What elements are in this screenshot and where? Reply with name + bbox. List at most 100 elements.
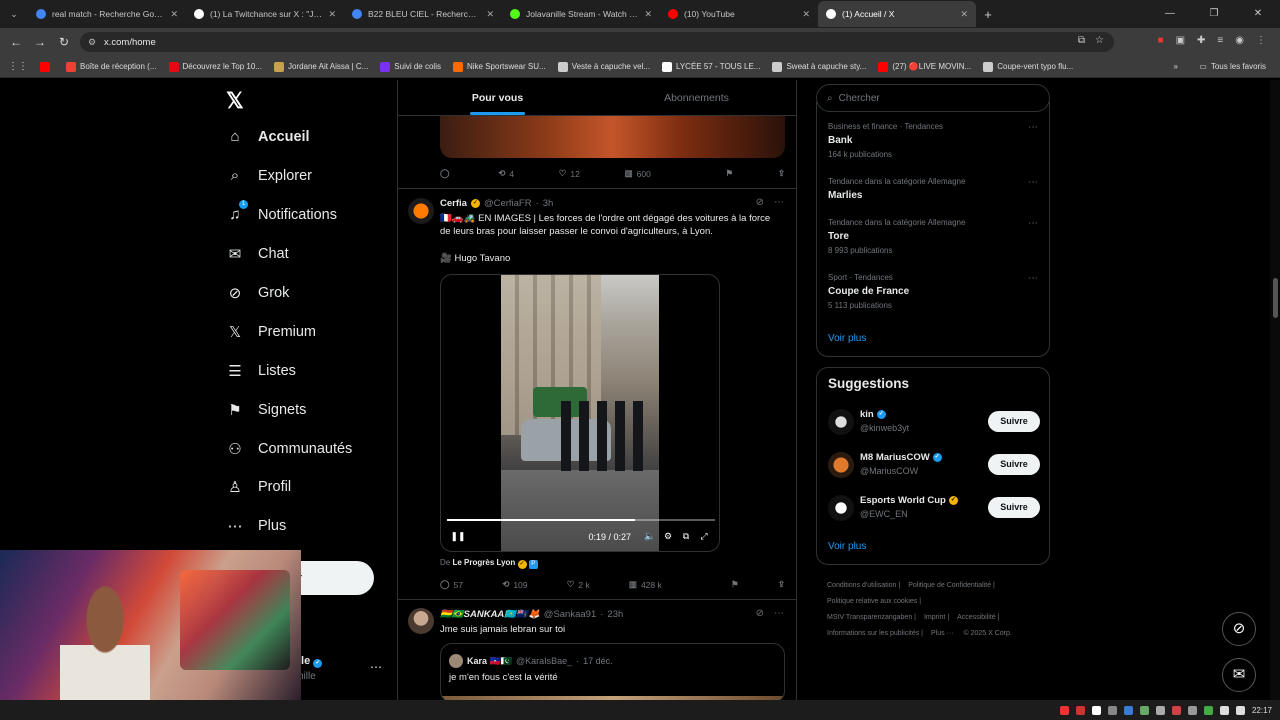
restore-icon[interactable]: ❐ <box>1192 0 1236 28</box>
forward-icon[interactable]: → <box>28 35 52 49</box>
scrollbar-thumb[interactable] <box>1273 278 1278 318</box>
all-bookmarks-folder[interactable]: ▭ Tous les favoris <box>1193 62 1272 71</box>
more-icon[interactable]: ⋯ <box>774 608 784 619</box>
bookmark-item[interactable]: Nike Sportswear SU... <box>447 61 552 72</box>
tray-icon[interactable] <box>1187 705 1197 715</box>
tray-icon[interactable] <box>1107 705 1117 715</box>
bookmark-button[interactable]: ⚑ <box>701 579 739 590</box>
bookmark-item[interactable]: Veste à capuche vel... <box>552 61 656 72</box>
suggestion-item[interactable]: Esports World Cup ✓ @EWC_EN Suivre <box>828 495 1040 525</box>
browser-tab[interactable]: (10) YouTube ✕ <box>660 1 818 27</box>
tweet-author-name[interactable]: Cerfia <box>440 198 467 209</box>
tweet-author-handle[interactable]: @CerfiaFR <box>484 198 532 209</box>
browser-tab[interactable]: (1) La Twitchance sur X : "JOLAVANILLE ✕ <box>186 1 344 27</box>
bookmark-item[interactable]: Sweat à capuche sty... <box>766 61 872 72</box>
tray-icon[interactable] <box>1075 705 1085 715</box>
footer-link[interactable]: Imprint | <box>924 614 949 621</box>
tab-following[interactable]: Abonnements <box>597 80 796 115</box>
browser-tab[interactable]: (1) Accueil / X ✕ <box>818 1 976 27</box>
suggestion-item[interactable]: M8 MariusCOW ✓ @MariusCOW Suivre <box>828 452 1040 482</box>
taskbar-clock[interactable]: 22:17 <box>1252 706 1272 715</box>
browser-tab[interactable]: real match - Recherche Google ✕ <box>28 1 186 27</box>
video-progress-bar[interactable] <box>447 519 715 521</box>
media-icon[interactable]: ≡ <box>1217 35 1223 46</box>
nav-item-signets[interactable]: ⚑ Signets <box>226 401 306 419</box>
tray-icon[interactable] <box>1059 705 1069 715</box>
account-name[interactable]: lle ✓ <box>298 655 323 668</box>
pause-icon[interactable]: ❚❚ <box>449 531 467 542</box>
quoted-tweet[interactable]: Kara 🇭🇹🇵🇰 @KaraIsBae_ · 17 déc. je m'en … <box>440 643 785 700</box>
tweet-author-name[interactable]: 🇧🇴🇧🇷SANKAA🇰🇿🇬🇸🦊 <box>440 609 540 620</box>
reply-button[interactable]: ◯ 57 <box>440 579 463 590</box>
bookmark-item[interactable]: Coupe-vent typo flu... <box>977 61 1079 72</box>
new-tab-button[interactable]: + <box>976 7 1000 22</box>
more-icon[interactable]: ⋯ <box>1028 177 1038 188</box>
more-bookmarks-icon[interactable]: » <box>1168 62 1184 71</box>
tray-icon[interactable] <box>1139 705 1149 715</box>
close-tab-icon[interactable]: ✕ <box>170 9 178 20</box>
star-icon[interactable]: ☆ <box>1095 35 1104 46</box>
nav-item-accueil[interactable]: ⌂ Accueil <box>226 128 309 145</box>
settings-icon[interactable]: ⚙ <box>659 531 677 542</box>
views-button[interactable]: ▥ 428 k <box>629 579 662 590</box>
tab-search-icon[interactable]: ⌄ <box>0 9 28 20</box>
bookmark-item[interactable]: Boîte de réception (... <box>60 61 163 72</box>
install-app-icon[interactable]: ⧉ <box>1078 35 1085 46</box>
bookmark-item[interactable]: Suivi de colis <box>374 61 447 72</box>
bluetooth-icon[interactable] <box>1123 705 1133 715</box>
profile-avatar[interactable]: ◉ <box>1235 35 1244 46</box>
trend-item[interactable]: Sport · Tendances Coupe de France 5 113 pu… <box>828 273 1038 310</box>
from-source[interactable]: Le Progrès Lyon <box>452 558 515 567</box>
nav-item-grok[interactable]: ⊘ Grok <box>226 284 290 302</box>
reload-icon[interactable]: ↻ <box>52 35 76 49</box>
page-scrollbar[interactable] <box>1270 80 1280 700</box>
bookmark-item[interactable]: (27) 🔴LIVE MOVIN... <box>872 61 977 72</box>
network-icon[interactable] <box>1219 705 1229 715</box>
footer-link[interactable]: © 2025 X Corp. <box>963 630 1011 637</box>
tray-icon[interactable] <box>1155 705 1165 715</box>
footer-link[interactable]: Informations sur les publicités | <box>827 630 923 637</box>
more-icon[interactable]: ⋯ <box>1028 218 1038 229</box>
footer-link[interactable]: Conditions d'utilisation | <box>827 582 900 589</box>
bookmark-item[interactable]: Jordane Ait Aissa | C... <box>268 61 374 72</box>
bookmark-item[interactable]: LYCÉE 57 - TOUS LE... <box>656 61 766 72</box>
tray-icon[interactable] <box>1203 705 1213 715</box>
follow-button[interactable]: Suivre <box>988 411 1040 432</box>
close-tab-icon[interactable]: ✕ <box>802 9 810 20</box>
tab-for-you[interactable]: Pour vous <box>398 80 597 115</box>
trend-item[interactable]: Tendance dans la catégorie Allemagne Marl… <box>828 177 1038 201</box>
browser-tab[interactable]: Jolavanille Stream - Watch Live ✕ <box>502 1 660 27</box>
tweet-time[interactable]: 3h <box>543 198 554 209</box>
volume-icon[interactable] <box>1235 705 1245 715</box>
share-button[interactable]: ⇪ <box>778 579 785 590</box>
more-icon[interactable]: ⋯ <box>774 197 784 208</box>
menu-icon[interactable]: ⋮ <box>1256 35 1266 46</box>
share-button[interactable]: ⇪ <box>778 168 785 179</box>
close-window-icon[interactable]: ✕ <box>1236 0 1280 28</box>
avatar[interactable] <box>408 608 434 634</box>
like-button[interactable]: ♡ 2 k <box>567 579 590 590</box>
extension-icon[interactable]: ▣ <box>1176 35 1185 46</box>
close-tab-icon[interactable]: ✕ <box>486 9 494 20</box>
account-more-icon[interactable]: ⋯ <box>370 660 382 674</box>
trend-item[interactable]: Business et finance · Tendances Bank 164 k… <box>828 122 1038 159</box>
grok-icon[interactable]: ⊘ <box>756 197 764 208</box>
site-info-icon[interactable]: ⚙ <box>88 37 96 48</box>
previous-tweet-image[interactable] <box>440 116 785 158</box>
browser-tab[interactable]: B22 BLEU CIEL - Recherche Google ✕ <box>344 1 502 27</box>
reply-button[interactable]: ◯ <box>440 168 454 179</box>
more-icon[interactable]: ⋯ <box>1028 273 1038 284</box>
close-tab-icon[interactable]: ✕ <box>328 9 336 20</box>
suggestion-item[interactable]: kin ✓ @kinweb3yt Suivre <box>828 409 1040 439</box>
footer-link[interactable]: MStV Transparenzangaben | <box>827 614 916 621</box>
close-tab-icon[interactable]: ✕ <box>644 9 652 20</box>
extension-icon[interactable]: ■ <box>1158 35 1164 46</box>
follow-button[interactable]: Suivre <box>988 497 1040 518</box>
minimize-icon[interactable]: — <box>1148 0 1192 28</box>
nav-item-plus[interactable]: ⋯ Plus <box>226 517 287 535</box>
footer-link[interactable]: Plus ··· <box>931 630 956 637</box>
suggestions-show-more[interactable]: Voir plus <box>828 541 866 552</box>
bookmark-item[interactable] <box>34 61 60 72</box>
trends-show-more[interactable]: Voir plus <box>828 333 866 344</box>
x-logo-icon[interactable]: 𝕏 <box>226 88 244 114</box>
